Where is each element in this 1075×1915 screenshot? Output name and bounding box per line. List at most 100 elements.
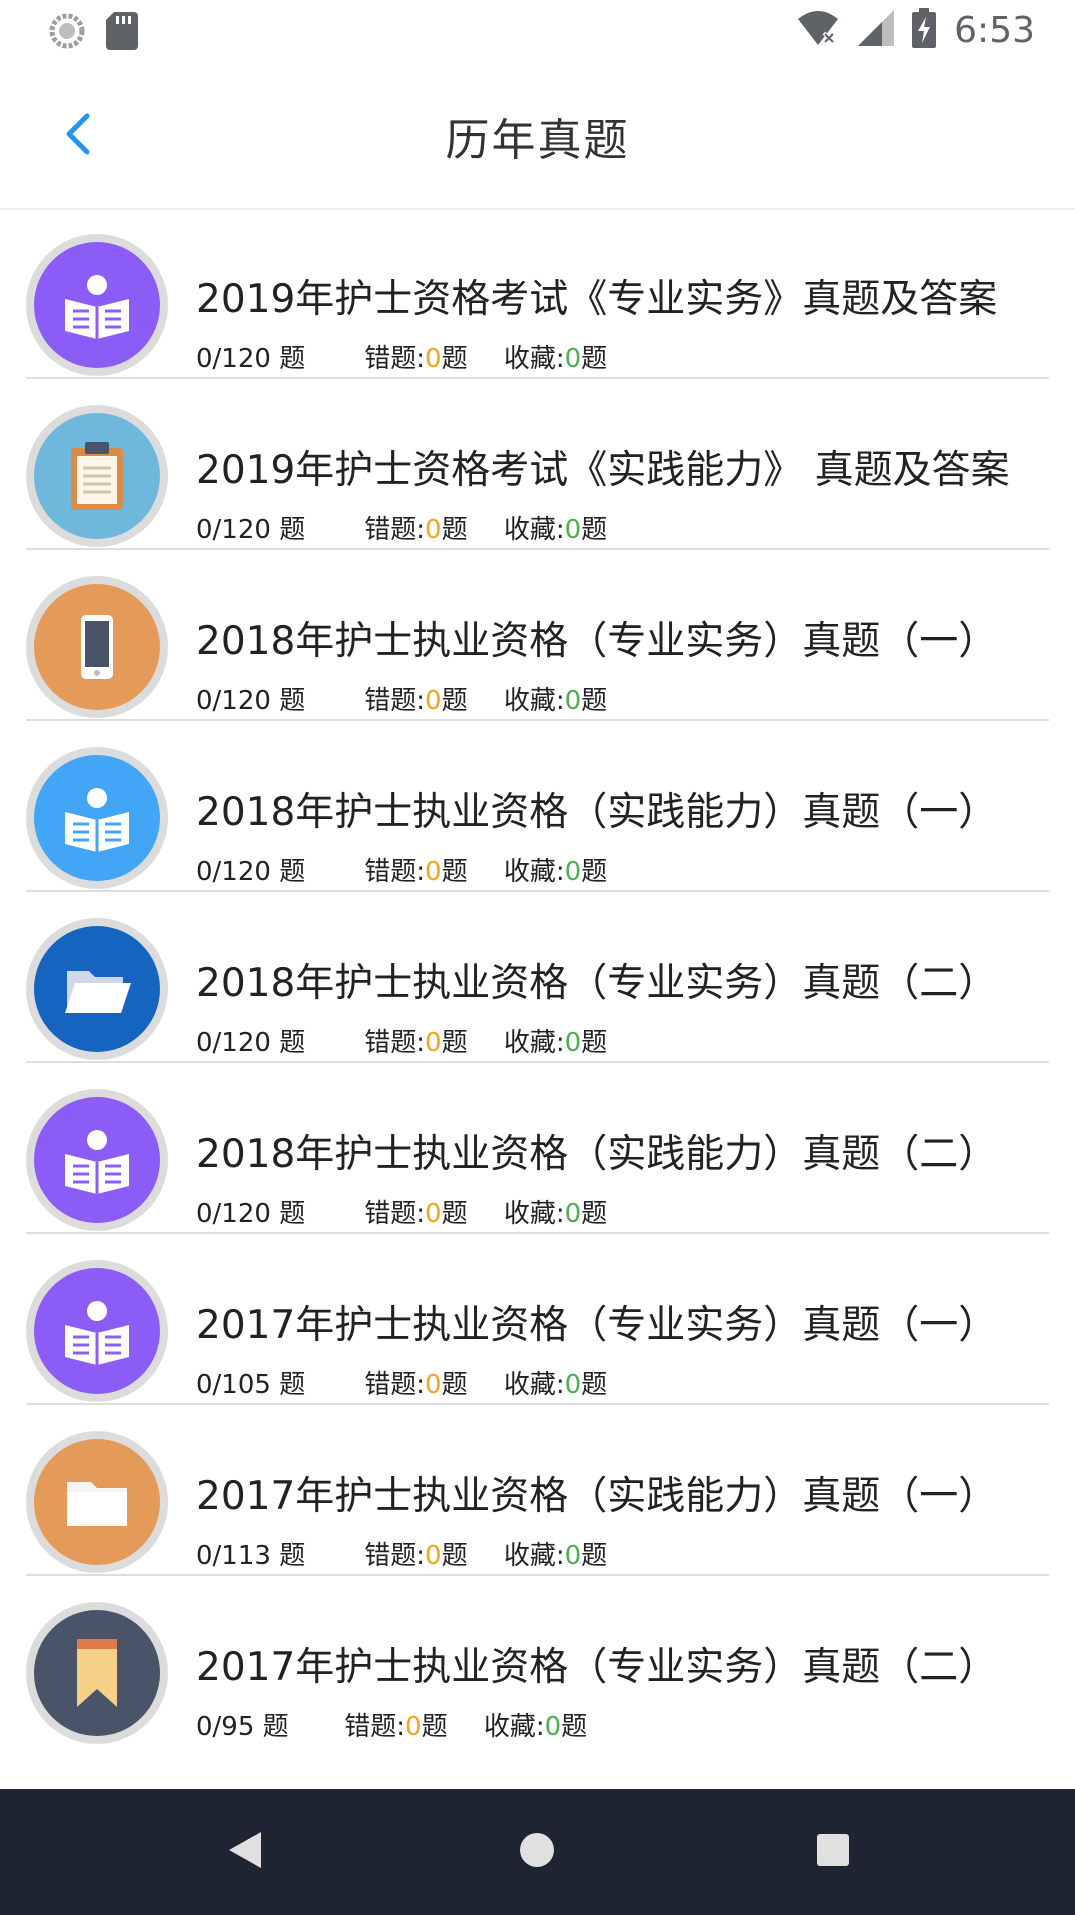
exam-title: 2018年护士执业资格（实践能力）真题（一） bbox=[196, 790, 998, 835]
favorite-stat: 收藏:0题 bbox=[504, 344, 607, 374]
progress-count: 0/105 题 bbox=[196, 1370, 306, 1400]
reading-person-icon bbox=[34, 755, 160, 881]
favorite-unit: 题 bbox=[581, 1028, 608, 1058]
wrong-count: 0 bbox=[425, 1370, 442, 1400]
favorite-stat: 收藏:0题 bbox=[504, 686, 607, 716]
nav-home-button[interactable] bbox=[512, 1827, 562, 1877]
wrong-stat: 错题:0题 bbox=[364, 1535, 467, 1572]
favorite-unit: 题 bbox=[581, 344, 608, 374]
item-icon-ring bbox=[26, 1089, 168, 1231]
exam-meta: 0/120 题 错题:0题 收藏:0题 bbox=[196, 1022, 607, 1059]
exam-list-item[interactable]: 2018年护士执业资格（专业实务）真题（二） 0/120 题 错题:0题 收藏:… bbox=[26, 892, 1049, 1063]
reading-person-icon bbox=[34, 1268, 160, 1394]
exam-meta: 0/120 题 错题:0题 收藏:0题 bbox=[196, 1193, 607, 1230]
progress-count: 0/120 题 bbox=[196, 515, 306, 545]
exam-meta: 0/105 题 错题:0题 收藏:0题 bbox=[196, 1364, 607, 1401]
item-icon-ring bbox=[26, 918, 168, 1060]
favorite-unit: 题 bbox=[581, 857, 608, 887]
favorite-stat: 收藏:0题 bbox=[504, 1541, 607, 1571]
exam-list-item[interactable]: 2019年护士资格考试《实践能力》 真题及答案 0/120 题 错题:0题 收藏… bbox=[26, 379, 1049, 550]
favorite-unit: 题 bbox=[581, 686, 608, 716]
clipboard-icon bbox=[34, 413, 160, 539]
favorite-label: 收藏: bbox=[503, 1028, 565, 1058]
exam-list-item[interactable]: 2017年护士执业资格（实践能力）真题（一） 0/113 题 错题:0题 收藏:… bbox=[26, 1405, 1049, 1576]
exam-list-item[interactable]: 2019年护士资格考试《专业实务》真题及答案 0/120 题 错题:0题 收藏:… bbox=[26, 208, 1049, 379]
status-right: 6:53 bbox=[796, 8, 1035, 52]
wrong-label: 错题: bbox=[364, 515, 426, 545]
progress-count: 0/120 题 bbox=[196, 686, 306, 716]
wrong-stat: 错题:0题 bbox=[364, 1193, 467, 1230]
exam-list-item[interactable]: 2017年护士执业资格（专业实务）真题（二） 0/95 题 错题:0题 收藏:0… bbox=[26, 1576, 1049, 1745]
status-bar: 6:53 bbox=[0, 0, 1075, 64]
nav-recents-icon bbox=[815, 1832, 851, 1872]
favorite-label: 收藏: bbox=[503, 515, 565, 545]
status-time: 6:53 bbox=[954, 9, 1035, 51]
item-icon-ring bbox=[26, 234, 168, 376]
favorite-label: 收藏: bbox=[503, 1370, 565, 1400]
sync-icon bbox=[48, 12, 86, 54]
exam-meta: 0/120 题 错题:0题 收藏:0题 bbox=[196, 851, 607, 888]
progress-count: 0/120 题 bbox=[196, 344, 306, 374]
wrong-count: 0 bbox=[425, 857, 442, 887]
wrong-label: 错题: bbox=[344, 1712, 406, 1742]
item-icon-ring bbox=[26, 1260, 168, 1402]
item-icon-ring bbox=[26, 576, 168, 718]
exam-meta: 0/120 题 错题:0题 收藏:0题 bbox=[196, 680, 607, 717]
exam-list: 2019年护士资格考试《专业实务》真题及答案 0/120 题 错题:0题 收藏:… bbox=[0, 208, 1075, 1745]
exam-title: 2018年护士执业资格（专业实务）真题（二） bbox=[196, 961, 998, 1006]
exam-meta: 0/113 题 错题:0题 收藏:0题 bbox=[196, 1535, 607, 1572]
exam-title: 2017年护士执业资格（实践能力）真题（一） bbox=[196, 1474, 998, 1519]
exam-list-item[interactable]: 2018年护士执业资格（专业实务）真题（一） 0/120 题 错题:0题 收藏:… bbox=[26, 550, 1049, 721]
favorite-unit: 题 bbox=[581, 1370, 608, 1400]
exam-list-item[interactable]: 2018年护士执业资格（实践能力）真题（二） 0/120 题 错题:0题 收藏:… bbox=[26, 1063, 1049, 1234]
favorite-label: 收藏: bbox=[503, 857, 565, 887]
signal-icon bbox=[858, 10, 895, 50]
item-icon-ring bbox=[26, 1431, 168, 1573]
exam-list-item[interactable]: 2018年护士执业资格（实践能力）真题（一） 0/120 题 错题:0题 收藏:… bbox=[26, 721, 1049, 892]
wrong-count: 0 bbox=[425, 686, 442, 716]
wrong-stat: 错题:0题 bbox=[344, 1706, 447, 1743]
nav-back-button[interactable] bbox=[220, 1827, 270, 1877]
exam-meta: 0/120 题 错题:0题 收藏:0题 bbox=[196, 338, 607, 375]
item-icon-ring bbox=[26, 747, 168, 889]
favorite-count: 0 bbox=[564, 1370, 582, 1400]
favorite-stat: 收藏:0题 bbox=[504, 515, 607, 545]
wrong-stat: 错题:0题 bbox=[364, 1364, 467, 1401]
exam-list-item[interactable]: 2017年护士执业资格（专业实务）真题（一） 0/105 题 错题:0题 收藏:… bbox=[26, 1234, 1049, 1405]
wrong-label: 错题: bbox=[364, 857, 426, 887]
wrong-unit: 题 bbox=[441, 857, 468, 887]
wrong-stat: 错题:0题 bbox=[364, 680, 467, 717]
reading-person-icon bbox=[34, 1097, 160, 1223]
item-icon-ring bbox=[26, 1602, 168, 1744]
item-icon-ring bbox=[26, 405, 168, 547]
favorite-label: 收藏: bbox=[503, 344, 565, 374]
wrong-label: 错题: bbox=[364, 1370, 426, 1400]
wrong-count: 0 bbox=[405, 1712, 422, 1742]
sd-card-icon bbox=[106, 12, 138, 54]
favorite-count: 0 bbox=[544, 1712, 562, 1742]
wrong-unit: 题 bbox=[441, 1199, 468, 1229]
favorite-stat: 收藏:0题 bbox=[504, 1028, 607, 1058]
exam-meta: 0/120 题 错题:0题 收藏:0题 bbox=[196, 509, 607, 546]
folder-icon bbox=[34, 1439, 160, 1565]
wrong-stat: 错题:0题 bbox=[364, 1022, 467, 1059]
nav-recents-button[interactable] bbox=[808, 1827, 858, 1877]
wrong-stat: 错题:0题 bbox=[364, 338, 467, 375]
nav-back-icon bbox=[227, 1830, 263, 1874]
wrong-unit: 题 bbox=[441, 1370, 468, 1400]
favorite-stat: 收藏:0题 bbox=[504, 1370, 607, 1400]
exam-title: 2019年护士资格考试《实践能力》 真题及答案 bbox=[196, 448, 1010, 493]
favorite-count: 0 bbox=[564, 344, 582, 374]
favorite-count: 0 bbox=[564, 857, 582, 887]
battery-charging-icon bbox=[912, 8, 937, 52]
favorite-unit: 题 bbox=[581, 1541, 608, 1571]
exam-meta: 0/95 题 错题:0题 收藏:0题 bbox=[196, 1706, 587, 1743]
favorite-unit: 题 bbox=[561, 1712, 588, 1742]
favorite-count: 0 bbox=[564, 1199, 582, 1229]
wrong-label: 错题: bbox=[364, 1028, 426, 1058]
wrong-label: 错题: bbox=[364, 686, 426, 716]
favorite-count: 0 bbox=[564, 1541, 582, 1571]
exam-title: 2017年护士执业资格（专业实务）真题（二） bbox=[196, 1645, 998, 1690]
favorite-label: 收藏: bbox=[503, 1541, 565, 1571]
reading-person-icon bbox=[34, 242, 160, 368]
